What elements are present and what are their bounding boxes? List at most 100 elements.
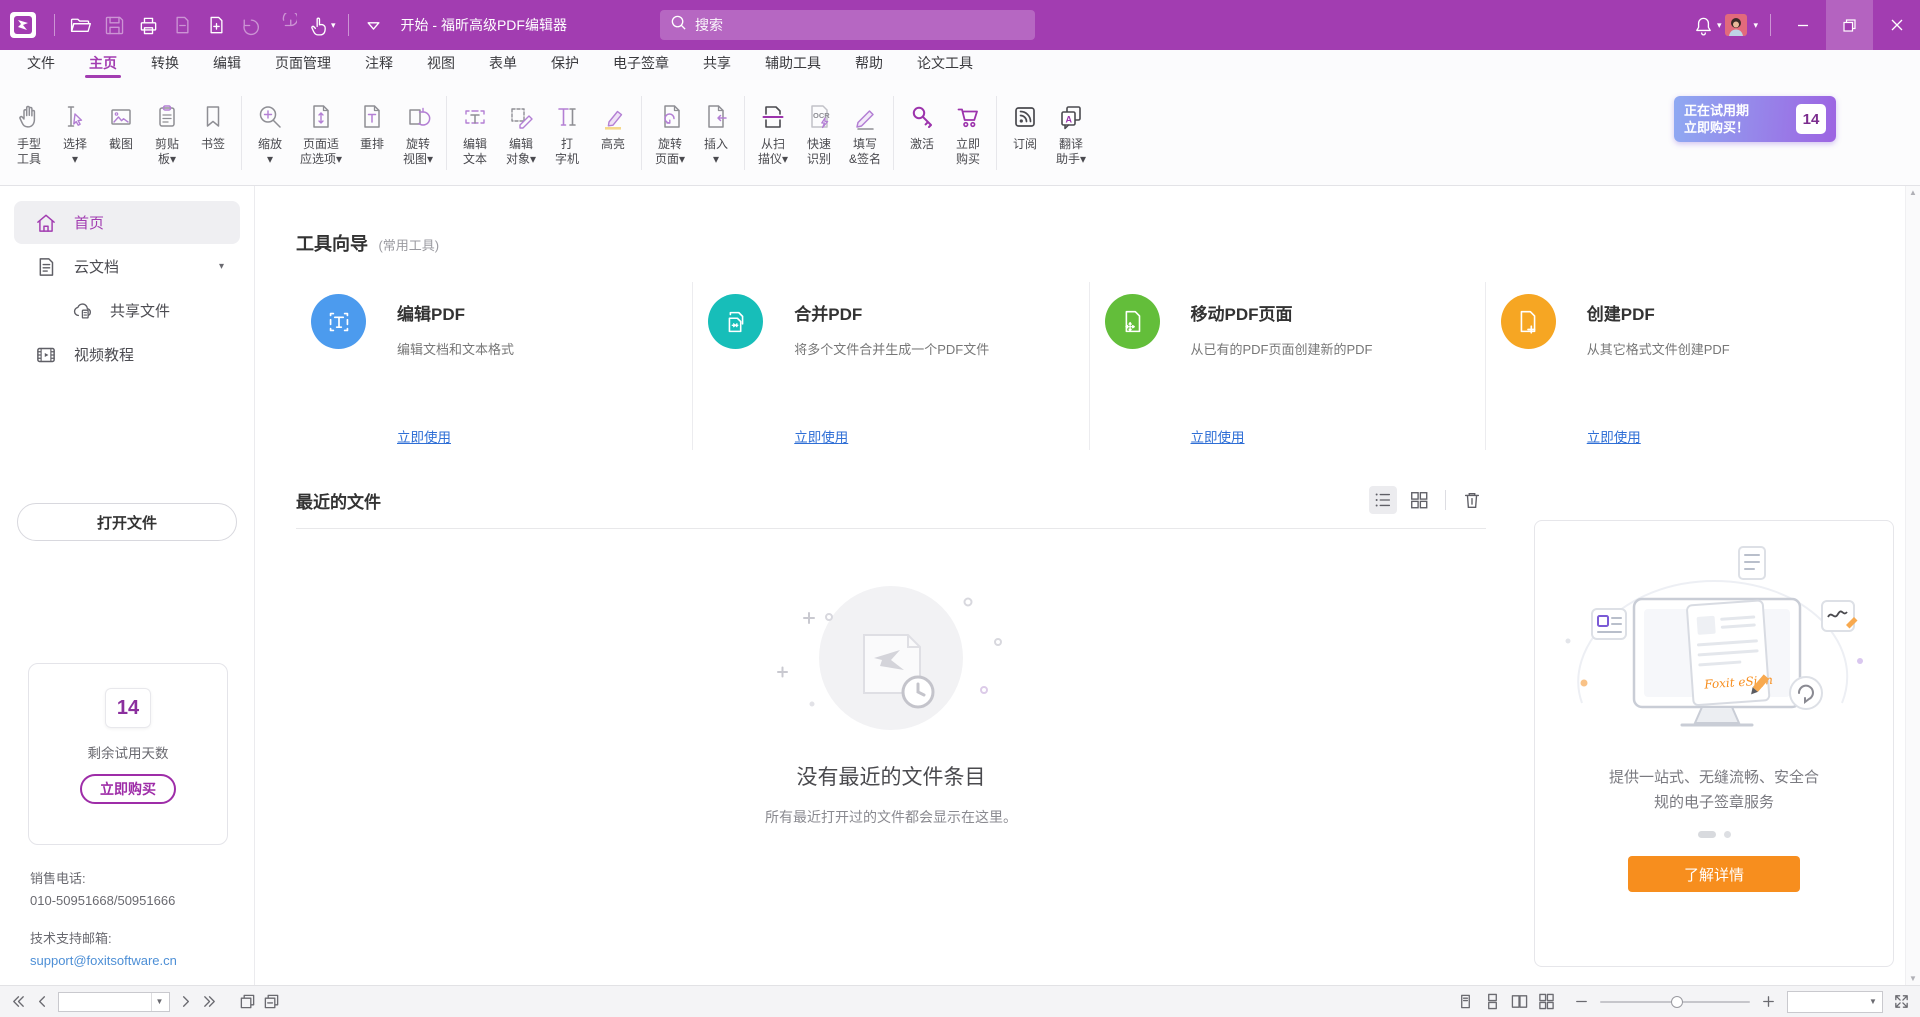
collapse-ribbon-icon[interactable]: [357, 8, 391, 42]
tool-card-合并PDF[interactable]: 合并PDF将多个文件合并生成一个PDF文件立即使用: [692, 282, 1088, 450]
tool-card-编辑PDF[interactable]: 编辑PDF编辑文档和文本格式立即使用: [296, 282, 692, 450]
hand-pointer-icon[interactable]: [301, 8, 335, 42]
restore-button[interactable]: [1826, 0, 1873, 50]
support-email-link[interactable]: support@foxitsoftware.cn: [30, 950, 177, 972]
menu-视图[interactable]: 视图: [410, 53, 472, 80]
page-number-caret-icon[interactable]: ▼: [151, 993, 167, 1011]
search-box[interactable]: [660, 10, 1035, 40]
print-icon[interactable]: [131, 8, 165, 42]
redo-icon[interactable]: [267, 8, 301, 42]
menu-共享[interactable]: 共享: [686, 53, 748, 80]
ribbon-tool-translate[interactable]: A翻译助手▾: [1048, 95, 1094, 171]
menu-论文工具[interactable]: 论文工具: [900, 53, 990, 80]
grid-view-button[interactable]: [1405, 486, 1433, 514]
expand-caret-icon[interactable]: ▾: [219, 261, 224, 272]
continuous-view-icon[interactable]: [1484, 993, 1501, 1010]
copy-page-icon[interactable]: [165, 8, 199, 42]
sidebar-item-共享文件[interactable]: 共享文件: [14, 289, 240, 332]
ribbon-tool-ocr[interactable]: OCR快速识别: [796, 95, 842, 171]
use-now-link[interactable]: 立即使用: [1191, 426, 1245, 446]
menu-表单[interactable]: 表单: [472, 53, 534, 80]
page-number-input[interactable]: [59, 993, 151, 1011]
tool-card-创建PDF[interactable]: 创建PDF从其它格式文件创建PDF立即使用: [1485, 282, 1881, 450]
zoom-slider[interactable]: [1600, 1001, 1750, 1003]
next-page-icon[interactable]: [177, 993, 194, 1010]
menu-文件[interactable]: 文件: [10, 53, 72, 80]
open-file-button[interactable]: 打开文件: [17, 503, 237, 541]
menu-保护[interactable]: 保护: [534, 53, 596, 80]
menu-电子签章[interactable]: 电子签章: [596, 53, 686, 80]
menu-辅助工具[interactable]: 辅助工具: [748, 53, 838, 80]
account-caret-icon[interactable]: ▾: [1753, 20, 1758, 31]
scroll-down-icon[interactable]: ▼: [1909, 974, 1917, 983]
learn-more-button[interactable]: 了解详情: [1628, 856, 1800, 892]
ribbon-tool-subscribe[interactable]: 订阅: [1002, 95, 1048, 171]
scroll-up-icon[interactable]: ▲: [1909, 188, 1917, 197]
ribbon-tool-snapshot[interactable]: 截图: [98, 95, 144, 171]
ribbon-tool-edittext[interactable]: 编辑文本: [452, 95, 498, 171]
ribbon-tool-rotateview[interactable]: 旋转视图▾: [395, 95, 441, 171]
user-avatar[interactable]: [1725, 14, 1747, 36]
ribbon-tool-reflow[interactable]: 重排: [349, 95, 395, 171]
ribbon-tool-zoom[interactable]: 缩放▾: [247, 95, 293, 171]
single-page-view-icon[interactable]: [1457, 993, 1474, 1010]
trial-badge[interactable]: 正在试用期 立即购买！ 14: [1674, 96, 1836, 142]
ribbon-tool-insert[interactable]: 插入▾: [693, 95, 739, 171]
zoom-level-select[interactable]: ▼: [1787, 991, 1883, 1013]
zoom-slider-thumb[interactable]: [1671, 996, 1683, 1008]
sidebar-item-云文档[interactable]: 云文档▾: [14, 245, 240, 288]
ribbon-tool-scanner[interactable]: 从扫描仪▾: [750, 95, 796, 171]
ribbon-tool-clipboard[interactable]: 剪贴板▾: [144, 95, 190, 171]
ribbon-tool-cart[interactable]: 立即购买: [945, 95, 991, 171]
zoom-select-caret-icon[interactable]: ▼: [1864, 997, 1882, 1006]
menu-转换[interactable]: 转换: [134, 53, 196, 80]
use-now-link[interactable]: 立即使用: [397, 426, 451, 446]
ribbon-tool-fillsign[interactable]: 填写&签名: [842, 95, 888, 171]
clear-recent-trash-button[interactable]: [1458, 486, 1486, 514]
ribbon-tool-bookmark[interactable]: 书签: [190, 95, 236, 171]
buy-now-button[interactable]: 立即购买: [80, 774, 176, 804]
ribbon-tool-activate[interactable]: 激活: [899, 95, 945, 171]
ribbon-tool-rotatepages[interactable]: 旋转页面▾: [647, 95, 693, 171]
ribbon-tool-select[interactable]: 选择▾: [52, 95, 98, 171]
ribbon-tool-fitpage[interactable]: 页面适应选项▾: [293, 95, 349, 171]
sidebar-item-首页[interactable]: 首页: [14, 201, 240, 244]
menu-主页[interactable]: 主页: [72, 53, 134, 80]
search-input[interactable]: [695, 17, 995, 33]
vertical-scrollbar[interactable]: ▲ ▼: [1905, 186, 1920, 985]
ribbon-tool-editobject[interactable]: 编辑对象▾: [498, 95, 544, 171]
carousel-dot[interactable]: [1724, 831, 1731, 838]
notifications-bell-icon[interactable]: [1687, 8, 1721, 42]
carousel-dots[interactable]: [1535, 831, 1893, 838]
menu-帮助[interactable]: 帮助: [838, 53, 900, 80]
notifications-caret-icon[interactable]: ▾: [1717, 20, 1722, 31]
sidebar-item-视频教程[interactable]: 视频教程: [14, 333, 240, 376]
use-now-link[interactable]: 立即使用: [1587, 426, 1641, 446]
ribbon-tool-hand[interactable]: 手型工具: [6, 95, 52, 171]
first-page-icon[interactable]: [10, 993, 27, 1010]
tool-card-移动PDF页面[interactable]: 移动PDF页面从已有的PDF页面创建新的PDF立即使用: [1089, 282, 1485, 450]
hand-pointer-caret-icon[interactable]: ▾: [331, 20, 336, 31]
list-view-button[interactable]: [1369, 486, 1397, 514]
menu-注释[interactable]: 注释: [348, 53, 410, 80]
zoom-out-icon[interactable]: [1573, 993, 1590, 1010]
ribbon-tool-typewriter[interactable]: 打字机: [544, 95, 590, 171]
undo-icon[interactable]: [233, 8, 267, 42]
use-now-link[interactable]: 立即使用: [794, 426, 848, 446]
save-icon[interactable]: [97, 8, 131, 42]
new-document-icon[interactable]: [199, 8, 233, 42]
page-number-input-group[interactable]: ▼: [58, 992, 170, 1012]
previous-page-icon[interactable]: [34, 993, 51, 1010]
next-view-icon[interactable]: [263, 993, 280, 1010]
last-page-icon[interactable]: [201, 993, 218, 1010]
minimize-button[interactable]: [1779, 0, 1826, 50]
fullscreen-icon[interactable]: [1893, 993, 1910, 1010]
continuous-facing-view-icon[interactable]: [1538, 993, 1555, 1010]
previous-view-icon[interactable]: [239, 993, 256, 1010]
open-file-icon[interactable]: [63, 8, 97, 42]
menu-页面管理[interactable]: 页面管理: [258, 53, 348, 80]
close-button[interactable]: [1873, 0, 1920, 50]
carousel-dot-active[interactable]: [1698, 831, 1716, 838]
facing-view-icon[interactable]: [1511, 993, 1528, 1010]
menu-编辑[interactable]: 编辑: [196, 53, 258, 80]
